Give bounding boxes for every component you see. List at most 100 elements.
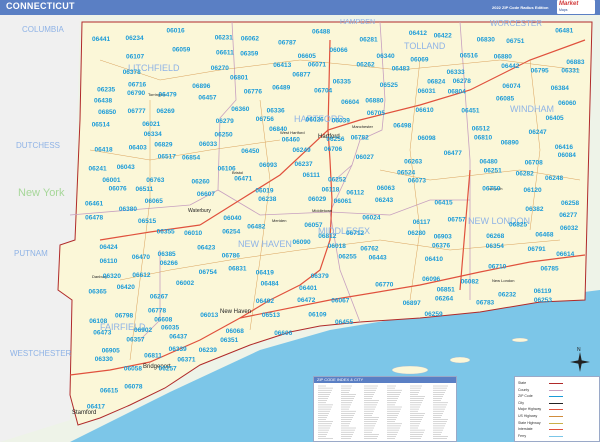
zip-label: 06905	[102, 348, 120, 355]
zip-label: 06385	[158, 251, 176, 258]
map-canvas[interactable]: COLUMBIA HAMPDEN WORCESTER DUTCHESS New …	[0, 15, 600, 442]
city-label: Meriden	[272, 218, 286, 223]
zip-label: 06513	[262, 312, 280, 319]
legend-row-label: ZIP Code	[518, 394, 533, 399]
zip-label: 06335	[333, 79, 351, 86]
zip-label: 06419	[256, 270, 274, 277]
zip-label: 06112	[346, 189, 364, 196]
zip-label: 06016	[167, 27, 185, 34]
legend-row-swatch	[549, 422, 563, 424]
zip-label: 06776	[244, 88, 262, 95]
zip-label: 06890	[501, 140, 519, 147]
zip-label: 06854	[182, 155, 200, 162]
zip-label: 06422	[434, 33, 452, 40]
zip-label: 06279	[216, 118, 234, 125]
compass-north-label: N	[577, 347, 581, 353]
zip-label: 06851	[437, 286, 455, 293]
legend-row-label: Major Highway	[518, 407, 542, 412]
zip-label: 06118	[322, 187, 340, 194]
zip-label: 06264	[435, 296, 453, 303]
legend-row-swatch	[549, 389, 563, 391]
zip-label: 06605	[298, 53, 316, 60]
zip-label: 06480	[480, 158, 498, 165]
zip-label: 06032	[560, 225, 578, 232]
zip-label: 06378	[123, 69, 141, 76]
zip-label: 06785	[541, 265, 559, 272]
zip-label: 06423	[197, 245, 215, 252]
zip-label: 06256	[326, 136, 344, 143]
new-york-land	[0, 15, 80, 442]
zip-label: 06001	[102, 177, 120, 184]
zip-label: 06437	[169, 334, 187, 341]
logo-text-2: Maps	[559, 8, 568, 12]
zip-label: 06382	[525, 206, 543, 213]
zip-label: 06477	[444, 150, 462, 157]
zip-label: 06333	[447, 69, 465, 76]
city-label: Middletown	[312, 208, 332, 213]
zip-label: 06750	[482, 186, 500, 193]
city-label: Stamford	[72, 410, 96, 416]
zip-label: 06093	[259, 162, 277, 169]
zip-label: 06351	[220, 337, 238, 344]
zip-label: 06021	[142, 121, 160, 128]
zip-label: 06252	[328, 177, 346, 184]
zip-label: 06468	[535, 232, 553, 239]
zip-label: 06455	[335, 319, 353, 326]
zip-label: 06610	[416, 107, 434, 114]
zip-label: 06002	[176, 280, 194, 287]
zip-label: 06269	[157, 108, 175, 115]
zip-label: 06241	[89, 166, 107, 173]
legend-row-swatch	[549, 416, 563, 417]
zip-label: 06280	[408, 230, 426, 237]
zip-label: 06359	[240, 50, 258, 57]
zip-label: 06442	[501, 63, 519, 70]
zip-label: 06234	[126, 35, 144, 42]
zip-label: 06357	[126, 336, 144, 343]
zip-label: 06515	[138, 218, 156, 225]
county-label: TOLLAND	[404, 41, 446, 51]
zip-label: 06410	[425, 256, 443, 263]
zip-label: 06339	[169, 346, 187, 353]
zip-label: 06110	[100, 258, 118, 265]
zip-label: 06096	[422, 276, 440, 283]
zip-label: 06365	[89, 288, 107, 295]
zip-label: 06880	[494, 53, 512, 60]
zip-label: 06798	[115, 313, 133, 320]
zip-label: 06371	[177, 357, 195, 364]
legend-row-swatch	[549, 402, 563, 404]
zip-label: 06029	[308, 196, 326, 203]
zip-label: 06035	[161, 325, 179, 332]
zip-label: 06068	[226, 328, 244, 335]
zip-label: 06825	[509, 221, 527, 228]
zip-label: 06278	[453, 78, 471, 85]
zip-label: 06416	[555, 144, 573, 151]
zip-label: 06777	[128, 108, 146, 115]
zip-label: 06251	[484, 167, 502, 174]
zip-label: 06340	[377, 53, 395, 60]
zip-label: 06481	[555, 28, 573, 35]
zip-index-legend: ZIP CODE INDEX & CITY	[313, 376, 457, 442]
zip-label: 06076	[109, 186, 127, 193]
zip-label: 06511	[136, 186, 154, 193]
zip-label: 06257	[159, 365, 177, 372]
zip-label: 06420	[117, 284, 135, 291]
legend-row-label: County	[518, 387, 530, 392]
zip-label: 06471	[234, 176, 252, 183]
zip-label: 06380	[119, 206, 137, 213]
legend-row-label: US Highway	[518, 414, 538, 418]
zip-label: 06355	[157, 228, 175, 235]
zip-label: 06438	[94, 97, 112, 104]
legend-row-label: State Highway	[518, 420, 541, 425]
zip-label: 06903	[434, 233, 452, 240]
zip-label: 06763	[146, 177, 164, 184]
zip-label: 06066	[330, 47, 348, 54]
zip-label: 06065	[145, 198, 163, 205]
zip-label: 06512	[472, 125, 490, 132]
zip-label: 06489	[272, 84, 290, 91]
zip-label: 06604	[341, 99, 359, 106]
zip-label: 06057	[304, 222, 322, 229]
zip-label: 06010	[184, 230, 202, 237]
zip-label: 06243	[375, 197, 393, 204]
zip-label: 06384	[551, 85, 569, 92]
zip-label: 06483	[392, 65, 410, 72]
